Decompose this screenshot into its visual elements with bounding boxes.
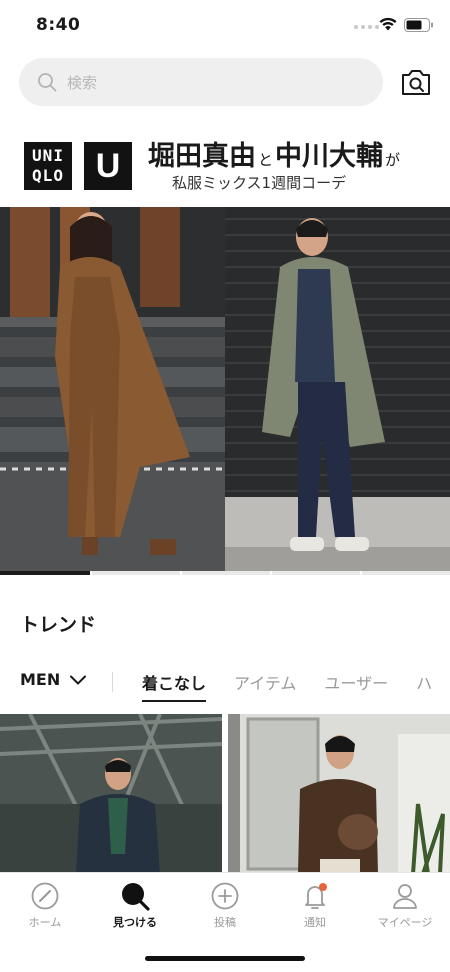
signal-icon	[354, 25, 379, 29]
home-indicator[interactable]	[145, 956, 305, 961]
nav-post[interactable]: 投稿	[180, 881, 270, 930]
nav-discover[interactable]: 見つける	[90, 881, 180, 930]
nav-home[interactable]: ホーム	[0, 881, 90, 930]
uniqlo-logo: UNI QLO	[24, 142, 72, 190]
outfit-card[interactable]	[0, 714, 222, 874]
chevron-down-icon	[70, 675, 87, 684]
search-icon	[122, 883, 150, 911]
nav-discover-label: 見つける	[113, 916, 157, 929]
trend-heading: トレンド	[20, 614, 97, 636]
gender-dropdown[interactable]: MEN	[20, 670, 87, 689]
banner-subtitle: 私服ミックス1週間コーデ	[172, 174, 347, 192]
search-icon	[38, 73, 57, 92]
tab-more[interactable]: ハ	[416, 670, 432, 702]
outfit-card[interactable]	[228, 714, 450, 874]
divider	[112, 672, 113, 692]
hero-image[interactable]	[0, 207, 450, 571]
wifi-icon	[379, 17, 397, 31]
banner-joiner: と	[258, 151, 274, 169]
u-logo: U	[84, 142, 132, 190]
plus-circle-icon	[211, 882, 239, 910]
bell-icon	[305, 883, 327, 909]
compass-icon	[31, 882, 59, 910]
gender-label: MEN	[20, 670, 61, 689]
tab-users[interactable]: ユーザー	[324, 670, 388, 702]
carousel-indicator	[0, 571, 450, 575]
banner-headline[interactable]: 堀田真由 と中川大輔が	[148, 140, 438, 177]
search-placeholder: 検索	[67, 73, 98, 92]
nav-notifications-label: 通知	[304, 916, 326, 929]
nav-home-label: ホーム	[28, 916, 62, 929]
user-icon	[393, 884, 417, 909]
nav-post-label: 投稿	[214, 916, 236, 929]
status-time: 8:40	[36, 15, 81, 35]
status-bar: 8:40	[0, 0, 450, 50]
banner-particle: が	[385, 151, 401, 169]
banner-name2: 中川大輔	[275, 141, 384, 172]
nav-mypage-label: マイページ	[377, 916, 433, 929]
battery-icon	[404, 18, 433, 32]
tab-outfits[interactable]: 着こなし	[142, 670, 207, 702]
camera-search-icon[interactable]	[400, 67, 432, 97]
nav-notifications[interactable]: 通知	[270, 881, 360, 930]
carousel-dot-active	[0, 571, 90, 575]
nav-mypage[interactable]: マイページ	[360, 881, 450, 930]
notification-badge	[319, 883, 327, 891]
search-input[interactable]: 検索	[19, 58, 383, 106]
banner-name1: 堀田真由	[148, 141, 256, 172]
tab-items[interactable]: アイテム	[234, 670, 296, 702]
trend-tabs: 着こなし アイテム ユーザー ハ	[142, 670, 450, 702]
